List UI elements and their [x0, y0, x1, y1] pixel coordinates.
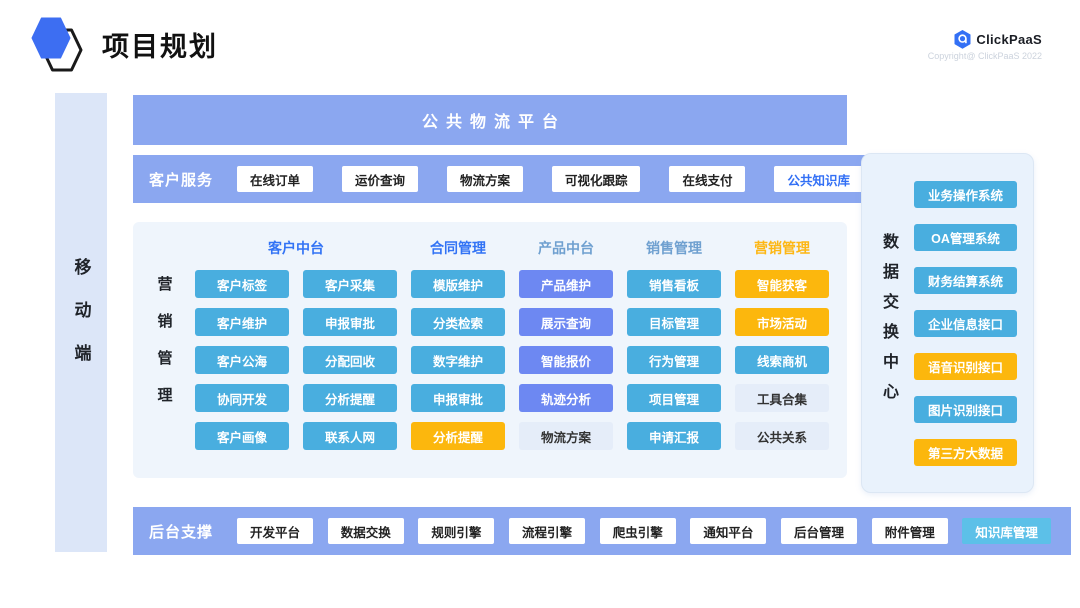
grid-cell: 轨迹分析: [519, 384, 613, 412]
customer-service-item: 物流方案: [447, 166, 523, 192]
data-exchange-label-wrap: 数据交换中心: [862, 233, 914, 413]
grid-cell: 分配回收: [303, 346, 397, 374]
mobile-strip-label: 移动端: [69, 258, 94, 387]
data-exchange-label: 数据交换中心: [876, 233, 900, 413]
data-exchange-item: 业务操作系统: [914, 181, 1017, 208]
clickpaas-logo-icon: [954, 30, 971, 49]
grid-cell: 公共关系: [735, 422, 829, 450]
page-title: 项目规划: [102, 25, 218, 64]
top-banner: 公共物流平台: [133, 95, 847, 145]
page-header: 项目规划 ClickPaaS Copyright@ ClickPaaS 2022: [30, 16, 1042, 72]
grid-cell: 物流方案: [519, 422, 613, 450]
grid-cell: 协同开发: [195, 384, 289, 412]
grid-cell: 展示查询: [519, 308, 613, 336]
copyright-text: Copyright@ ClickPaaS 2022: [928, 51, 1042, 61]
customer-service-item: 在线支付: [669, 166, 745, 192]
grid-cell: 客户公海: [195, 346, 289, 374]
customer-service-label: 客户服务: [149, 169, 213, 190]
grid-cell: 分类检索: [411, 308, 505, 336]
top-banner-label: 公共物流平台: [414, 108, 566, 132]
grid-cell: 客户采集: [303, 270, 397, 298]
data-exchange-item: 第三方大数据: [914, 439, 1017, 466]
backend-support-item: 爬虫引擎: [600, 518, 676, 544]
grid-cell: 行为管理: [627, 346, 721, 374]
grid-cell: 客户标签: [195, 270, 289, 298]
customer-service-item: 在线订单: [237, 166, 313, 192]
grid-cell: 申报审批: [303, 308, 397, 336]
backend-support-item: 附件管理: [872, 518, 948, 544]
data-exchange-item: 图片识别接口: [914, 396, 1017, 423]
grid-group-header: 营销管理: [735, 238, 829, 258]
marketing-grid: 客户中台合同管理产品中台销售管理营销管理 客户标签客户采集模版维护产品维护销售看…: [195, 222, 847, 478]
backend-support-item: 数据交换: [328, 518, 404, 544]
grid-group-header: 客户中台: [195, 238, 397, 258]
title-block: 项目规划: [30, 16, 218, 72]
grid-group-header: 产品中台: [519, 238, 613, 258]
backend-support-item: 后台管理: [781, 518, 857, 544]
data-exchange-items: 业务操作系统 OA管理系统财务结算系统企业信息接口语音识别接口图片识别接口第三方大…: [914, 181, 1033, 466]
grid-cell: 目标管理: [627, 308, 721, 336]
backend-support-item: 流程引擎: [509, 518, 585, 544]
grid-cell: 产品维护: [519, 270, 613, 298]
grid-cell: 联系人网: [303, 422, 397, 450]
grid-cell: 申请汇报: [627, 422, 721, 450]
data-exchange-panel: 数据交换中心 业务操作系统 OA管理系统财务结算系统企业信息接口语音识别接口图片识…: [861, 153, 1034, 493]
customer-service-item: 运价查询: [342, 166, 418, 192]
grid-cell: 工具合集: [735, 384, 829, 412]
grid-cell: 数字维护: [411, 346, 505, 374]
customer-service-items: 在线订单 运价查询 物流方案 可视化跟踪 在线支付 公共知识库: [237, 166, 863, 192]
customer-service-band: 客户服务 在线订单 运价查询 物流方案 可视化跟踪 在线支付 公共知识库: [133, 155, 883, 203]
brand-block: ClickPaaS Copyright@ ClickPaaS 2022: [928, 30, 1042, 61]
marketing-side-label-wrap: 营销管理: [133, 222, 195, 478]
grid-cell: 智能报价: [519, 346, 613, 374]
brand-name: ClickPaaS: [976, 32, 1042, 47]
grid-cell: 项目管理: [627, 384, 721, 412]
data-exchange-item: OA管理系统: [914, 224, 1017, 251]
backend-support-label: 后台支撑: [149, 521, 213, 542]
grid-cell: 线索商机: [735, 346, 829, 374]
backend-support-item: 知识库管理: [962, 518, 1051, 544]
backend-support-item: 规则引擎: [418, 518, 494, 544]
grid-cell: 申报审批: [411, 384, 505, 412]
grid-cell: 市场活动: [735, 308, 829, 336]
hexagon-logo-icon: [30, 16, 84, 72]
grid-cells: 客户标签客户采集模版维护产品维护销售看板智能获客客户维护申报审批分类检索展示查询…: [195, 270, 847, 450]
grid-cell: 销售看板: [627, 270, 721, 298]
backend-support-band: 后台支撑 开发平台数据交换规则引擎流程引擎爬虫引擎通知平台后台管理附件管理知识库…: [133, 507, 1071, 555]
grid-group-header: 销售管理: [627, 238, 721, 258]
customer-service-item: 可视化跟踪: [552, 166, 641, 192]
grid-cell: 客户画像: [195, 422, 289, 450]
grid-cell: 模版维护: [411, 270, 505, 298]
grid-group-header: 合同管理: [411, 238, 505, 258]
data-exchange-item: 企业信息接口: [914, 310, 1017, 337]
backend-support-items: 开发平台数据交换规则引擎流程引擎爬虫引擎通知平台后台管理附件管理知识库管理: [237, 518, 1051, 544]
mobile-side-strip: 移动端: [55, 93, 107, 552]
marketing-grid-panel: 营销管理 客户中台合同管理产品中台销售管理营销管理 客户标签客户采集模版维护产品…: [133, 222, 847, 478]
backend-support-item: 开发平台: [237, 518, 313, 544]
customer-service-item: 公共知识库: [774, 166, 863, 192]
grid-cell: 客户维护: [195, 308, 289, 336]
grid-cell: 智能获客: [735, 270, 829, 298]
marketing-side-label: 营销管理: [154, 276, 175, 424]
data-exchange-item: 财务结算系统: [914, 267, 1017, 294]
grid-cell: 分析提醒: [411, 422, 505, 450]
grid-cell: 分析提醒: [303, 384, 397, 412]
backend-support-item: 通知平台: [690, 518, 766, 544]
data-exchange-item: 语音识别接口: [914, 353, 1017, 380]
grid-group-headers: 客户中台合同管理产品中台销售管理营销管理: [195, 238, 847, 258]
